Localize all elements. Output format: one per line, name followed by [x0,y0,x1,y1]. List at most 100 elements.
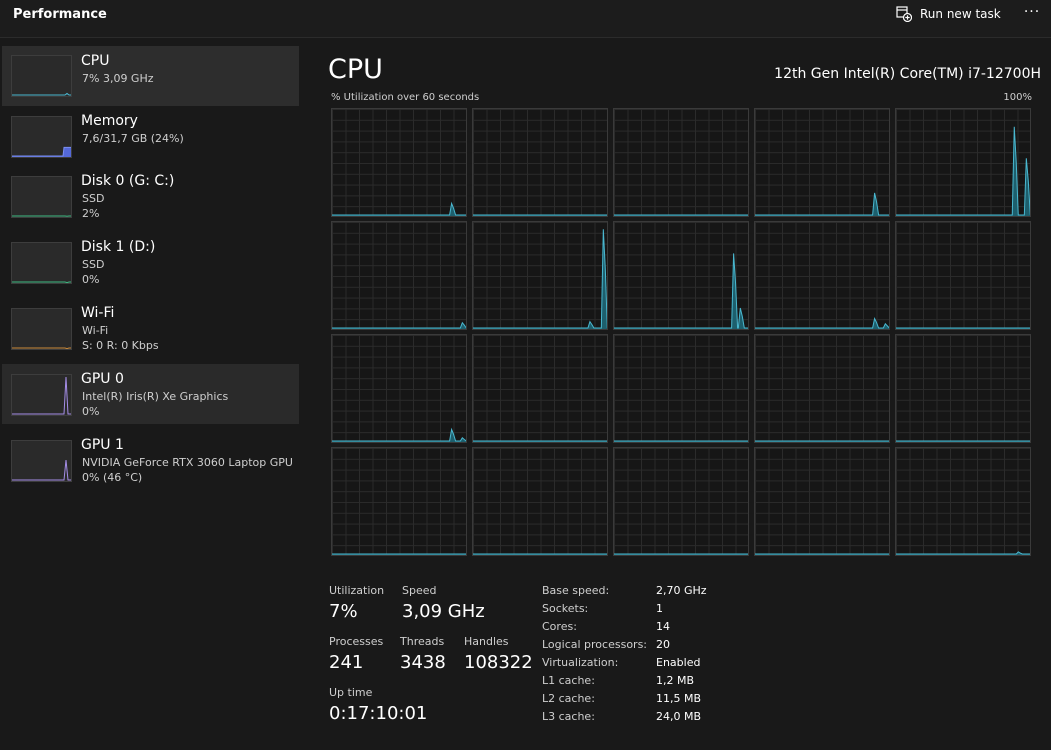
cpu-core-graph [331,334,467,443]
cpu-core-graph [613,221,749,330]
core-graph-svg [332,553,466,555]
core-usage-area [896,551,1030,555]
detail-value: 1 [656,602,663,615]
thumbnail-line [12,460,71,481]
sidebar-item-name: GPU 1 [81,437,124,453]
handles-value: 108322 [464,652,533,673]
sidebar-item-name: Wi-Fi [81,305,115,321]
thumbnail-line [12,146,71,157]
sidebar-item-gpu-0[interactable]: GPU 0 Intel(R) Iris(R) Xe Graphics 0% [2,364,299,424]
detail-value: Enabled [656,656,701,669]
sidebar-item-memory[interactable]: Memory 7,6/31,7 GB (24%) [2,106,299,166]
speed-label: Speed [402,584,437,597]
sidebar-thumbnail-graph [11,440,72,482]
sidebar-item-detail: Intel(R) Iris(R) Xe Graphics [82,390,229,403]
threads-value: 3438 [400,652,446,673]
cpu-core-graph [895,221,1031,330]
graph-max-label: 100% [1003,92,1032,103]
detail-value: 14 [656,620,670,633]
sidebar-thumbnail-graph [11,55,72,97]
core-graph-svg [896,327,1030,329]
sidebar-item-detail: 7,6/31,7 GB (24%) [82,132,184,145]
sidebar-item-cpu[interactable]: CPU 7% 3,09 GHz [2,46,299,106]
core-usage-area [896,126,1030,216]
cpu-core-graph [331,221,467,330]
uptime-label: Up time [329,686,373,699]
cpu-core-graph [472,108,608,217]
more-options-button[interactable]: ··· [1020,4,1044,24]
core-usage-area [614,253,748,329]
sidebar-item-detail: Wi-Fi [82,324,109,337]
core-usage-area [755,192,889,216]
detail-key: Virtualization: [542,656,619,669]
sidebar-item-value: 0% [82,273,100,286]
core-usage-area [332,429,466,442]
core-usage-line [755,192,889,216]
processes-label: Processes [329,635,384,648]
thumbnail-line [12,92,71,96]
sidebar-item-wi-fi[interactable]: Wi-Fi Wi-Fi S: 0 R: 0 Kbps [2,298,299,358]
sidebar-item-name: Disk 1 (D:) [81,239,156,255]
core-usage-line [614,253,748,329]
cpu-core-graph [613,108,749,217]
cpu-core-graph [754,334,890,443]
speed-value: 3,09 GHz [402,601,485,622]
run-new-task-button[interactable]: Run new task [896,5,1001,23]
sidebar-thumbnail-graph [11,176,72,218]
core-graph-svg [614,440,748,442]
core-usage-area [332,203,466,216]
core-graph-svg [755,192,889,216]
page-title: Performance [13,7,107,22]
sidebar-item-value: 0% [82,405,100,418]
sidebar-thumbnail-graph [11,242,72,284]
core-usage-area [755,318,889,329]
core-graph-svg [896,551,1030,555]
core-usage-line [332,427,466,442]
sidebar-item-name: Disk 0 (G: C:) [81,173,175,189]
sidebar-thumbnail-graph [11,308,72,350]
cpu-core-graph [472,334,608,443]
sidebar-item-name: GPU 0 [81,371,124,387]
sidebar-item-gpu-1[interactable]: GPU 1 NVIDIA GeForce RTX 3060 Laptop GPU 0… [2,430,299,490]
sidebar-item-disk-1-d[interactable]: Disk 1 (D:) SSD 0% [2,232,299,292]
utilization-value: 7% [329,601,358,622]
title-bar: Performance Run new task ··· [0,0,1051,38]
core-graph-svg [614,553,748,555]
thumbnail-graph-svg [12,376,71,415]
run-new-task-label: Run new task [920,7,1001,21]
cpu-core-graph [754,221,890,330]
thumbnail-line [12,376,71,415]
core-usage-line [332,201,466,216]
thumbnail-graph-svg [12,146,71,157]
sidebar-item-detail: SSD [82,258,105,271]
cpu-core-graph [754,447,890,556]
sidebar-item-value: 2% [82,207,100,220]
detail-key: L1 cache: [542,674,595,687]
core-graph-svg [473,214,607,216]
sidebar: CPU 7% 3,09 GHz Memory 7,6/31,7 GB (24%) Dis… [0,38,305,750]
thumbnail-graph-svg [12,215,71,217]
core-graph-svg [755,553,889,555]
detail-value: 20 [656,638,670,651]
cpu-core-graph [895,334,1031,443]
graph-label: % Utilization over 60 seconds [331,92,480,103]
detail-key: Logical processors: [542,638,648,651]
detail-key: L2 cache: [542,692,595,705]
core-graph-svg [755,440,889,442]
cpu-core-graph [331,108,467,217]
core-graph-svg [473,440,607,442]
core-graph-svg [896,440,1030,442]
thumbnail-graph-svg [12,92,71,96]
detail-key: Base speed: [542,584,610,597]
thumbnail-line [12,281,71,283]
core-usage-line [332,321,466,329]
sidebar-thumbnail-graph [11,374,72,416]
cpu-core-graph [613,447,749,556]
detail-value: 24,0 MB [656,710,702,723]
cpu-core-graph [895,447,1031,556]
sidebar-item-disk-0-g-c[interactable]: Disk 0 (G: C:) SSD 2% [2,166,299,226]
sidebar-thumbnail-graph [11,116,72,158]
sidebar-item-detail: SSD [82,192,105,205]
thumbnail-graph-svg [12,281,71,283]
sidebar-item-value: S: 0 R: 0 Kbps [82,339,159,352]
